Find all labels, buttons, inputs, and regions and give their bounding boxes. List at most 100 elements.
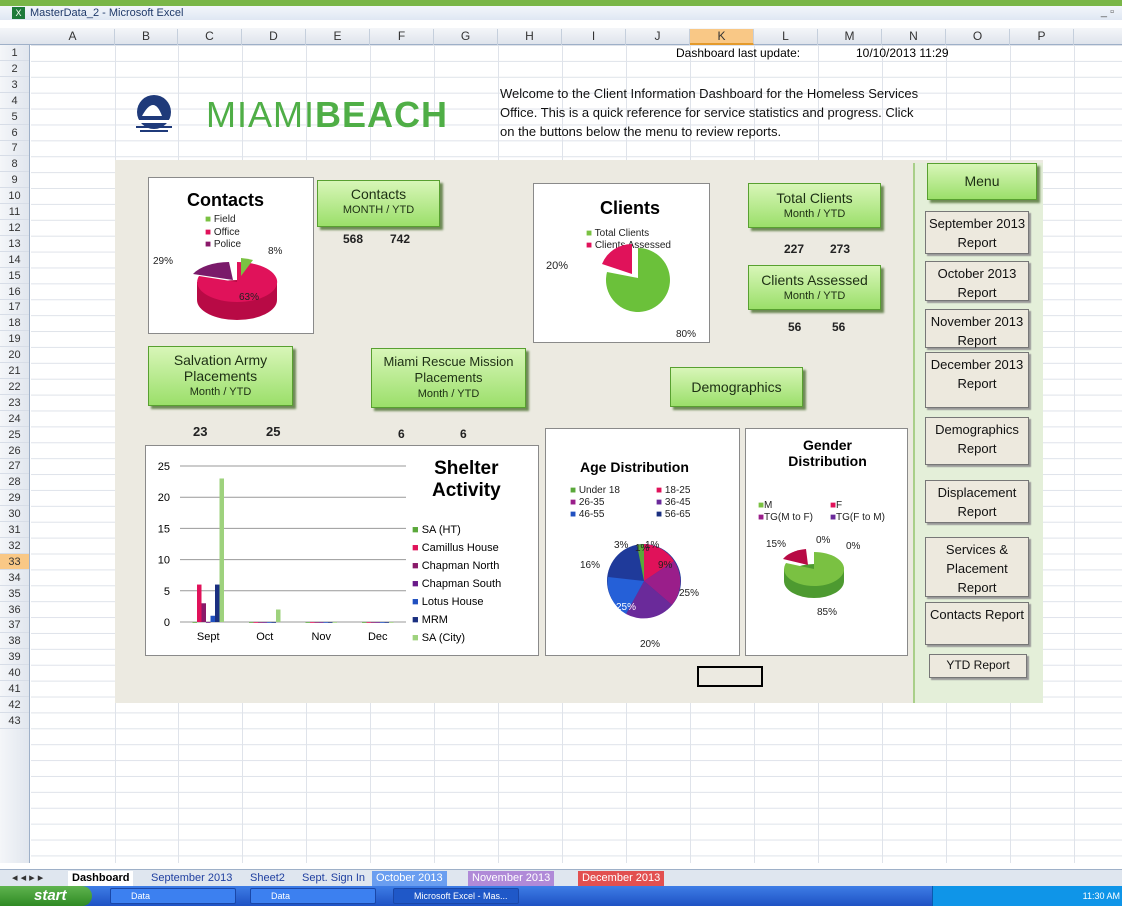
taskbar-item-data-2[interactable]: Data — [250, 888, 376, 904]
row-header-43[interactable]: 43 — [0, 713, 29, 729]
sheet-tab-december-2013[interactable]: December 2013 — [578, 871, 665, 886]
row-header-41[interactable]: 41 — [0, 681, 29, 697]
age-label-3: 1% — [635, 543, 650, 554]
row-header-35[interactable]: 35 — [0, 586, 29, 602]
row-header-26[interactable]: 26 — [0, 443, 29, 459]
row-header-27[interactable]: 27 — [0, 458, 29, 475]
sheet-tab-october-2013[interactable]: October 2013 — [372, 871, 447, 886]
row-header-42[interactable]: 42 — [0, 697, 29, 713]
row-header-4[interactable]: 4 — [0, 93, 29, 109]
menu-item-services-placement-report[interactable]: Services & Placement Report — [925, 537, 1029, 597]
row-header-10[interactable]: 10 — [0, 188, 29, 205]
column-header-j[interactable]: J — [626, 29, 690, 45]
row-header-38[interactable]: 38 — [0, 633, 29, 650]
column-header-m[interactable]: M — [818, 29, 882, 45]
demographics-button[interactable]: Demographics — [670, 367, 803, 407]
row-header-17[interactable]: 17 — [0, 299, 29, 316]
active-cell[interactable] — [697, 666, 763, 687]
miami-beach-logo: MIAMIBEACH — [132, 92, 472, 136]
column-header-a[interactable]: A — [31, 29, 115, 45]
contacts-ytd: 742 — [390, 232, 411, 246]
column-header-b[interactable]: B — [115, 29, 178, 45]
miami-rescue-button[interactable]: Miami Rescue Mission Placements Month / YT… — [371, 348, 526, 408]
row-header-23[interactable]: 23 — [0, 395, 29, 411]
contacts-label-office: 63% — [239, 292, 260, 303]
column-header-i[interactable]: I — [562, 29, 626, 45]
row-header-3[interactable]: 3 — [0, 77, 29, 93]
row-header-40[interactable]: 40 — [0, 665, 29, 682]
sheet-tab-sheet2[interactable]: Sheet2 — [246, 871, 289, 886]
menu-item-november-2013-report[interactable]: November 2013 Report — [925, 309, 1029, 348]
row-header-15[interactable]: 15 — [0, 268, 29, 284]
row-header-13[interactable]: 13 — [0, 236, 29, 252]
column-header-d[interactable]: D — [242, 29, 306, 45]
clients-assessed-button[interactable]: Clients Assessed Month / YTD — [748, 265, 881, 310]
clients-assessed-ytd: 56 — [832, 320, 846, 334]
column-header-o[interactable]: O — [946, 29, 1010, 45]
menu-button[interactable]: Menu — [927, 163, 1037, 200]
row-header-7[interactable]: 7 — [0, 140, 29, 157]
row-header-12[interactable]: 12 — [0, 220, 29, 236]
row-header-30[interactable]: 30 — [0, 506, 29, 523]
sheet-tab-september-2013[interactable]: September 2013 — [147, 871, 236, 886]
column-header-h[interactable]: H — [498, 29, 562, 45]
row-header-19[interactable]: 19 — [0, 331, 29, 348]
row-header-36[interactable]: 36 — [0, 602, 29, 618]
bar-lotus-house-oct — [267, 622, 272, 623]
row-header-5[interactable]: 5 — [0, 109, 29, 125]
row-header-20[interactable]: 20 — [0, 347, 29, 364]
row-header-31[interactable]: 31 — [0, 522, 29, 538]
row-header-34[interactable]: 34 — [0, 570, 29, 586]
row-header-37[interactable]: 37 — [0, 617, 29, 634]
menu-item-october-2013-report[interactable]: October 2013 Report — [925, 261, 1029, 301]
row-header-22[interactable]: 22 — [0, 379, 29, 395]
contacts-button[interactable]: Contacts MONTH / YTD — [317, 180, 440, 227]
bar-mrm-sept — [215, 584, 220, 622]
window-title: MasterData_2 - Microsoft Excel — [30, 7, 184, 19]
start-button[interactable]: start — [0, 886, 92, 906]
sheet-tab-sept-sign-in[interactable]: Sept. Sign In — [298, 871, 369, 886]
bar-sa-city--sept — [219, 478, 224, 622]
row-header-16[interactable]: 16 — [0, 284, 29, 300]
row-header-33[interactable]: 33 — [0, 553, 29, 570]
row-header-2[interactable]: 2 — [0, 61, 29, 77]
column-header-p[interactable]: P — [1010, 29, 1074, 45]
row-header-6[interactable]: 6 — [0, 125, 29, 141]
row-header-21[interactable]: 21 — [0, 363, 29, 379]
window-controls[interactable]: _ ▫ — [1101, 6, 1114, 18]
column-header-f[interactable]: F — [370, 29, 434, 45]
row-header-32[interactable]: 32 — [0, 538, 29, 554]
column-header-e[interactable]: E — [306, 29, 370, 45]
menu-item-displacement-report[interactable]: Displacement Report — [925, 480, 1029, 523]
row-header-8[interactable]: 8 — [0, 156, 29, 173]
menu-item-december-2013-report[interactable]: December 2013 Report — [925, 352, 1029, 408]
row-header-28[interactable]: 28 — [0, 474, 29, 491]
column-header-l[interactable]: L — [754, 29, 818, 45]
row-header-9[interactable]: 9 — [0, 172, 29, 189]
taskbar-item-data-1[interactable]: Data — [110, 888, 236, 904]
taskbar-item-excel[interactable]: Microsoft Excel - Mas... — [393, 888, 519, 904]
menu-item-september-2013-report[interactable]: September 2013 Report — [925, 211, 1029, 254]
sheet-nav-arrows[interactable]: ◂ ◂ ▸ ▸ — [8, 871, 47, 886]
salvation-army-button[interactable]: Salvation Army Placements Month / YTD — [148, 346, 293, 406]
sheet-tab-november-2013[interactable]: November 2013 — [468, 871, 555, 886]
column-header-c[interactable]: C — [178, 29, 242, 45]
row-header-39[interactable]: 39 — [0, 649, 29, 666]
menu-item-demographics-report[interactable]: Demographics Report — [925, 417, 1029, 465]
column-header-n[interactable]: N — [882, 29, 946, 45]
total-clients-button[interactable]: Total Clients Month / YTD — [748, 183, 881, 228]
menu-item-ytd-report[interactable]: YTD Report — [929, 654, 1027, 678]
row-header-29[interactable]: 29 — [0, 490, 29, 507]
column-header-g[interactable]: G — [434, 29, 498, 45]
sheet-tab-dashboard[interactable]: Dashboard — [68, 871, 134, 886]
age-label-7: 25% — [616, 602, 637, 613]
row-header-14[interactable]: 14 — [0, 252, 29, 268]
row-header-11[interactable]: 11 — [0, 204, 29, 220]
row-header-18[interactable]: 18 — [0, 315, 29, 332]
legend-label: SA (HT) — [421, 524, 461, 536]
row-header-25[interactable]: 25 — [0, 427, 29, 443]
column-header-k[interactable]: K — [690, 29, 754, 45]
row-header-1[interactable]: 1 — [0, 45, 29, 61]
menu-item-contacts-report[interactable]: Contacts Report — [925, 602, 1029, 645]
row-header-24[interactable]: 24 — [0, 411, 29, 427]
